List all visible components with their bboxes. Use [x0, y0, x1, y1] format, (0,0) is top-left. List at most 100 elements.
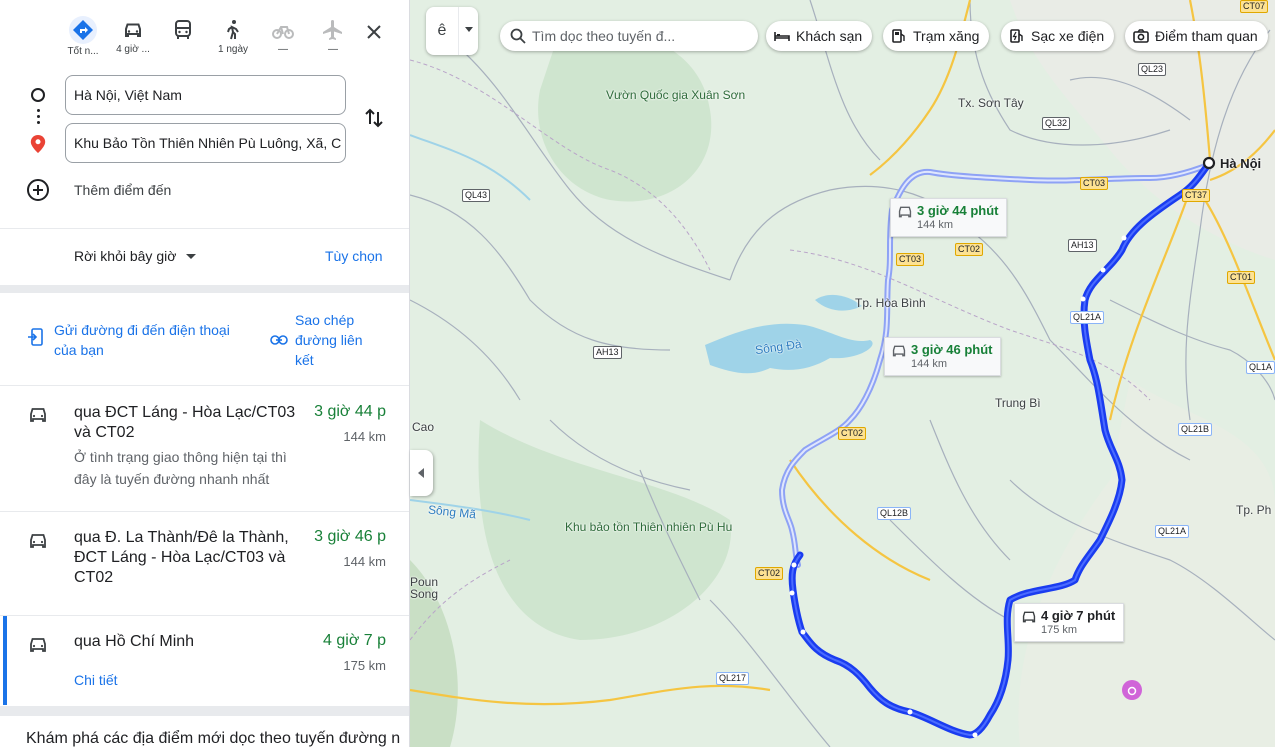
- input-tools-glyph: ê: [437, 22, 447, 39]
- chip-ev-charging[interactable]: Sạc xe điện: [1001, 21, 1115, 51]
- road-shield: CT02: [955, 243, 984, 256]
- route-distance: 144 km: [343, 429, 386, 444]
- caret-down-icon: [186, 253, 197, 259]
- mode-bike[interactable]: —: [258, 0, 308, 55]
- route-distance: 144 km: [343, 554, 386, 569]
- mode-car[interactable]: 4 giờ ...: [108, 0, 158, 55]
- road-shield: QL21B: [1178, 423, 1213, 436]
- directions-panel: Tốt n... 4 giờ ... 1 ngày — — Hà Nội, Vi…: [0, 0, 410, 747]
- map-canvas[interactable]: Vườn Quốc gia Xuân Sơn Tx. Sơn Tây Hà Nộ…: [410, 0, 1275, 747]
- chip-label[interactable]: Trạm xăng: [913, 28, 979, 44]
- car-icon: [30, 408, 46, 422]
- mode-transit[interactable]: [158, 0, 208, 44]
- chip-label: Sạc xe điện: [1031, 28, 1105, 44]
- park-label: Khu bảo tồn Thiên nhiên Pù Hu: [565, 520, 733, 534]
- place-label: Tp. Ph: [1236, 503, 1272, 517]
- depart-time-dropdown[interactable]: Rời khỏi bây giờ: [74, 248, 197, 264]
- send-to-phone-label: Gửi đường đi đến điện thoại của bạn: [54, 322, 230, 358]
- caret-down-icon[interactable]: [458, 7, 478, 55]
- route-details-link[interactable]: Chi tiết: [74, 672, 118, 688]
- route-time: 3 giờ 44 p: [314, 403, 386, 420]
- city-label: Hà Nội: [1220, 156, 1262, 171]
- add-circle-icon: [27, 179, 49, 201]
- route-callout-3[interactable]: 4 giờ 7 phút 175 km: [1014, 603, 1125, 642]
- add-destination-label: Thêm điểm đến: [74, 182, 172, 198]
- road-shield: CT02: [755, 567, 784, 580]
- destination-input[interactable]: Khu Bảo Tồn Thiên Nhiên Pù Luông, Xã, C: [65, 123, 346, 163]
- input-tools-button[interactable]: ê: [426, 7, 478, 55]
- search-icon: [510, 28, 526, 44]
- add-destination[interactable]: Thêm điểm đến: [26, 178, 171, 202]
- selected-indicator: [3, 616, 7, 705]
- route-name: qua Hồ Chí Minh: [74, 633, 195, 650]
- send-to-device-icon: [28, 328, 43, 346]
- gas-station-icon: [892, 29, 905, 43]
- mode-flight-label: —: [328, 44, 338, 55]
- callout-time: 3 giờ 46 phút: [911, 342, 993, 357]
- route-note: Ở tình trạng giao thông hiện tại thì đây…: [74, 449, 287, 487]
- origin-input[interactable]: Hà Nội, Việt Nam: [65, 75, 346, 115]
- camera-icon: [1133, 29, 1149, 43]
- search-placeholder: Tìm dọc theo tuyến đ...: [532, 28, 676, 44]
- route-option-3[interactable]: qua Hồ Chí Minh 4 giờ 7 p 175 km Chi tiế…: [0, 615, 409, 705]
- mode-bike-label: —: [278, 44, 288, 55]
- route-time: 3 giờ 46 p: [314, 528, 386, 545]
- mode-flight[interactable]: —: [308, 0, 358, 55]
- route-name: qua ĐCT Láng - Hòa Lạc/CT03 và CT02: [74, 404, 296, 441]
- road-shield: QL1A: [1246, 361, 1275, 374]
- divider: [0, 228, 409, 229]
- copy-link[interactable]: Sao chép đường liên kết: [270, 310, 375, 370]
- callout-distance: 144 km: [911, 358, 948, 370]
- place-label: Vườn Quốc gia Xuân Sơn: [606, 88, 746, 102]
- road-shield: QL23: [1138, 63, 1167, 76]
- car-icon: [1022, 611, 1036, 623]
- road-shield: QL21A: [1070, 311, 1105, 324]
- copy-link-label: Sao chép đường liên kết: [295, 312, 363, 368]
- road-shield: CT07: [1240, 0, 1269, 13]
- mode-car-label: 4 giờ ...: [116, 44, 150, 55]
- ev-charger-icon: [1010, 29, 1023, 43]
- road-shield: AH13: [1068, 239, 1097, 252]
- options-link[interactable]: Tùy chọn: [325, 248, 383, 264]
- route-callout-1[interactable]: 3 giờ 44 phút 144 km: [890, 198, 1008, 237]
- chip-gas[interactable]: Trạm xăng: [883, 21, 990, 51]
- best-route-icon: [69, 16, 97, 44]
- chip-attractions[interactable]: Điểm tham quan: [1125, 21, 1268, 51]
- callout-distance: 175 km: [1041, 624, 1078, 636]
- road-shield: CT03: [1080, 177, 1109, 190]
- search-along-route[interactable]: Tìm dọc theo tuyến đ...: [500, 21, 758, 51]
- map-base: [410, 0, 1275, 747]
- road-shield: CT37: [1182, 189, 1211, 202]
- swap-icon[interactable]: [362, 106, 386, 130]
- road-shield: AH13: [593, 346, 622, 359]
- airplane-icon: [323, 20, 342, 40]
- route-option-1[interactable]: qua ĐCT Láng - Hòa Lạc/CT03 và CT02 3 gi…: [0, 385, 409, 511]
- car-icon: [898, 206, 912, 218]
- car-icon: [892, 345, 906, 357]
- origin-row: Hà Nội, Việt Nam: [0, 75, 409, 115]
- place-label: Poun Song: [410, 575, 439, 601]
- mode-walk-label: 1 ngày: [217, 44, 249, 55]
- mode-best-label: Tốt n...: [67, 46, 99, 57]
- place-label: Tp. Hòa Bình: [855, 296, 926, 310]
- link-icon: [270, 335, 288, 345]
- route-name: qua Đ. La Thành/Đê la Thành, ĐCT Láng - …: [74, 529, 289, 586]
- road-shield: QL217: [716, 672, 750, 685]
- route-callout-2[interactable]: 3 giờ 46 phút 144 km: [884, 337, 1002, 376]
- bed-icon: [774, 32, 790, 41]
- mode-best[interactable]: Tốt n...: [58, 0, 108, 57]
- chip-label: Khách sạn: [796, 28, 863, 44]
- section-separator: [0, 706, 409, 716]
- walk-icon: [227, 20, 239, 40]
- chip-hotels[interactable]: Khách sạn: [766, 21, 873, 51]
- destination-pin-icon: [30, 135, 46, 153]
- send-to-phone[interactable]: Gửi đường đi đến điện thoại của bạn: [28, 320, 244, 360]
- collapse-panel-button[interactable]: [410, 450, 433, 496]
- bus-icon: [175, 20, 191, 39]
- close-icon[interactable]: [362, 20, 386, 44]
- road-shield: QL21A: [1155, 525, 1190, 538]
- mode-walk[interactable]: 1 ngày: [208, 0, 258, 55]
- route-option-2[interactable]: qua Đ. La Thành/Đê la Thành, ĐCT Láng - …: [0, 511, 409, 615]
- route-time: 4 giờ 7 p: [323, 632, 386, 649]
- bicycle-icon: [272, 26, 294, 39]
